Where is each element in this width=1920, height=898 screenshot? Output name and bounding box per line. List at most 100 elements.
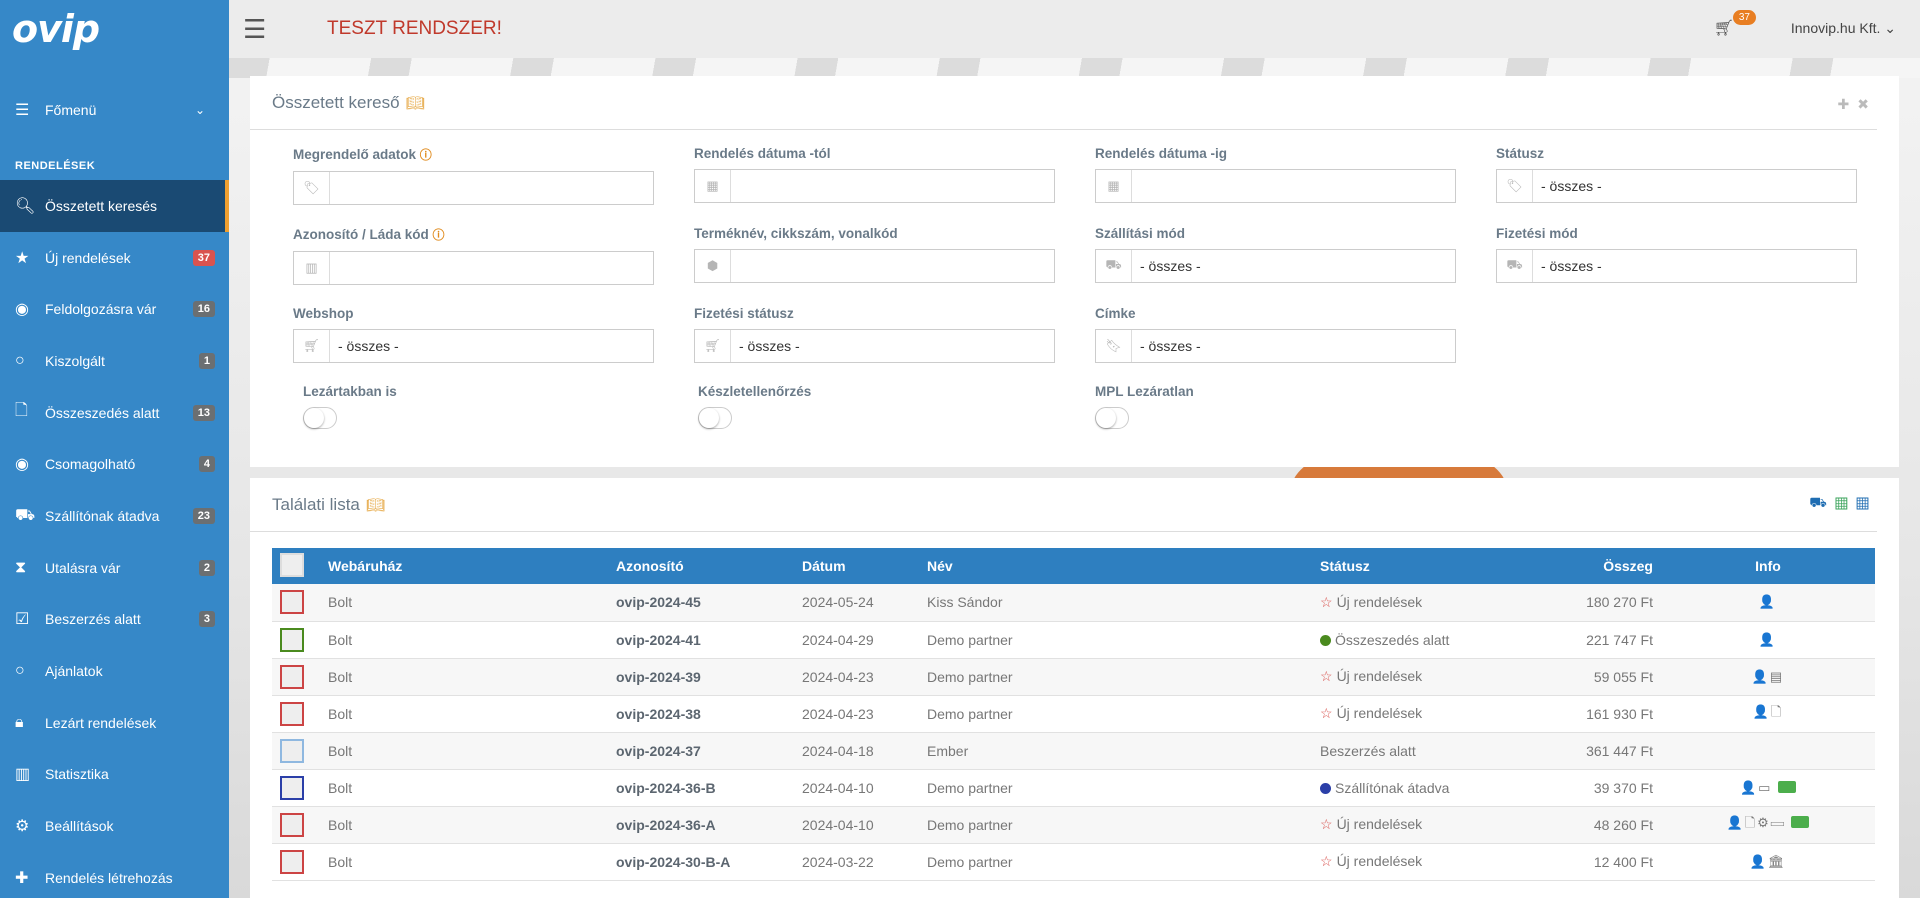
column-header[interactable]: Azonosító: [608, 548, 794, 584]
count-badge: 4: [198, 456, 215, 473]
forklift-icon[interactable]: ⛟: [1809, 494, 1835, 510]
shop-cell: Bolt: [328, 668, 353, 685]
sidebar-item-settings[interactable]: ⚙ Beállítások: [0, 800, 229, 852]
table-row[interactable]: Bolt ovip-2024-39 2024-04-23 Demo partne…: [272, 658, 1875, 695]
field-label: Azonosító / Láda kód ⓘ: [293, 227, 445, 242]
info-cell[interactable]: 👤▤: [1661, 658, 1875, 695]
info-cell[interactable]: 👤🏛: [1661, 843, 1875, 880]
sidebar-item-shipped[interactable]: ⛟ Szállítónak átadva 23: [0, 490, 229, 542]
amount-cell: 12 400 Ft: [1593, 853, 1653, 870]
book-icon[interactable]: 📖︎: [406, 94, 425, 112]
table-row[interactable]: Bolt ovip-2024-37 2024-04-18 Ember Besze…: [272, 732, 1875, 769]
info-cell[interactable]: 👤🗋: [1661, 695, 1875, 732]
date-to-input[interactable]: ▦: [1095, 169, 1456, 203]
sidebar-item-advanced-search[interactable]: 🔍︎ Összetett keresés: [0, 180, 229, 232]
main-menu-toggle[interactable]: ☰ Főmenü ⌄: [0, 86, 229, 134]
sidebar-item-label: Beszerzés alatt: [45, 611, 141, 628]
table-row[interactable]: Bolt ovip-2024-30-B-A 2024-03-22 Demo pa…: [272, 843, 1875, 880]
shipping-select[interactable]: ⛟ - összes -: [1095, 249, 1456, 283]
excel-export-icon[interactable]: ▦: [1835, 494, 1856, 510]
shop-cell: Bolt: [328, 816, 353, 833]
product-input[interactable]: ⬢: [694, 249, 1055, 283]
table-row[interactable]: Bolt ovip-2024-36-B 2024-04-10 Demo part…: [272, 769, 1875, 806]
cart-icon[interactable]: 🛒︎: [1714, 18, 1734, 38]
status-select[interactable]: 🏷︎ - összes -: [1496, 169, 1857, 203]
info-cell[interactable]: 👤: [1661, 584, 1875, 621]
row-select-cell: [272, 695, 320, 732]
row-checkbox[interactable]: [280, 775, 304, 800]
column-header[interactable]: Státusz: [1312, 548, 1535, 584]
select-all-checkbox[interactable]: [280, 552, 304, 577]
expand-icon[interactable]: ✚: [1838, 96, 1858, 112]
payment-select[interactable]: ⛟ - összes -: [1496, 249, 1857, 283]
column-header[interactable]: Név: [919, 548, 1312, 584]
status-cell: Összeszedés alatt: [1312, 621, 1535, 658]
column-header[interactable]: Összeg: [1535, 548, 1661, 584]
row-checkbox[interactable]: [280, 738, 304, 763]
table-row[interactable]: Bolt ovip-2024-38 2024-04-23 Demo partne…: [272, 695, 1875, 732]
row-select-cell: [272, 621, 320, 658]
sidebar-item-awaiting-processing[interactable]: ◉ Feldolgozásra vár 16: [0, 283, 229, 335]
app-logo[interactable]: ovip: [0, 0, 229, 58]
row-checkbox[interactable]: [280, 812, 304, 837]
row-checkbox[interactable]: [280, 701, 304, 726]
mpl-toggle[interactable]: [1095, 407, 1129, 429]
hamburger-menu-icon[interactable]: ☰: [243, 14, 279, 45]
column-header[interactable]: Dátum: [794, 548, 919, 584]
order-id-cell[interactable]: ovip-2024-38: [608, 695, 794, 732]
shipping-field: Szállítási mód ⛟ - összes -: [1095, 226, 1456, 283]
count-badge: 3: [198, 611, 215, 628]
webshop-select[interactable]: 🛒︎ - összes -: [293, 329, 654, 363]
sidebar-item-statistics[interactable]: ▥ Statisztika: [0, 749, 229, 801]
box-id-input[interactable]: ▥: [293, 251, 654, 285]
row-checkbox[interactable]: [280, 590, 304, 615]
table-row[interactable]: Bolt ovip-2024-41 2024-04-29 Demo partne…: [272, 621, 1875, 658]
tag-select[interactable]: 🔖︎ - összes -: [1095, 329, 1456, 363]
closed-toggle[interactable]: [303, 407, 337, 429]
shop-cell: Bolt: [328, 631, 353, 648]
sidebar-item-procurement[interactable]: ☑ Beszerzés alatt 3: [0, 594, 229, 646]
sidebar-item-served[interactable]: ○ Kiszolgált 1: [0, 335, 229, 387]
order-id-cell[interactable]: ovip-2024-41: [608, 621, 794, 658]
sidebar-item-closed-orders[interactable]: 🔒︎ Lezárt rendelések: [0, 697, 229, 749]
column-header[interactable]: Webáruház: [320, 548, 608, 584]
order-id-cell[interactable]: ovip-2024-37: [608, 732, 794, 769]
info-cell[interactable]: 👤: [1661, 621, 1875, 658]
background-ceiling: [229, 58, 1920, 78]
order-id-cell[interactable]: ovip-2024-45: [608, 584, 794, 621]
close-icon[interactable]: ✖: [1857, 96, 1877, 112]
stock-toggle[interactable]: [698, 407, 732, 429]
sidebar-item-create-order[interactable]: ✚ Rendelés létrehozás: [0, 852, 229, 898]
table-view-icon[interactable]: ▦: [1856, 494, 1877, 510]
customer-input[interactable]: 🏷︎: [293, 171, 654, 205]
row-checkbox[interactable]: [280, 664, 304, 689]
payment-status-select[interactable]: 🛒︎ - összes -: [694, 329, 1055, 363]
table-row[interactable]: Bolt ovip-2024-36-A 2024-04-10 Demo part…: [272, 806, 1875, 843]
sidebar-item-label: Lezárt rendelések: [45, 714, 157, 731]
row-checkbox[interactable]: [280, 849, 304, 874]
company-dropdown[interactable]: Innovip.hu Kft. ⌄: [1791, 20, 1896, 37]
shop-cell: Bolt: [328, 779, 353, 796]
sidebar-item-offers[interactable]: ○ Ajánlatok: [0, 645, 229, 697]
order-id-cell[interactable]: ovip-2024-39: [608, 658, 794, 695]
info-cell[interactable]: [1661, 732, 1875, 769]
calendar-icon: ▦: [1096, 170, 1132, 202]
date-cell: 2024-04-10: [802, 816, 874, 833]
sidebar-item-label: Szállítónak átadva: [45, 507, 160, 524]
row-checkbox[interactable]: [280, 627, 304, 652]
book-icon[interactable]: 📖︎: [366, 496, 385, 514]
order-id-cell[interactable]: ovip-2024-30-B-A: [608, 843, 794, 880]
sidebar-item-new-orders[interactable]: ★ Új rendelések 37: [0, 232, 229, 284]
status-dot-icon: [1320, 782, 1331, 794]
cart-icon: 🛒︎: [294, 330, 330, 362]
table-row[interactable]: Bolt ovip-2024-45 2024-05-24 Kiss Sándor…: [272, 584, 1875, 621]
date-from-field: Rendelés dátuma -tól ▦: [694, 146, 1055, 203]
sidebar-item-picking[interactable]: 🗋 Összeszedés alatt 13: [0, 387, 229, 439]
order-id-cell[interactable]: ovip-2024-36-B: [608, 769, 794, 806]
sidebar-item-awaiting-transfer[interactable]: ⧗ Utalásra vár 2: [0, 542, 229, 594]
info-cell[interactable]: 👤🗋⚙▭: [1661, 806, 1875, 843]
date-from-input[interactable]: ▦: [694, 169, 1055, 203]
order-id-cell[interactable]: ovip-2024-36-A: [608, 806, 794, 843]
sidebar-item-packable[interactable]: ◉ Csomagolható 4: [0, 438, 229, 490]
info-cell[interactable]: 👤▭: [1661, 769, 1875, 806]
